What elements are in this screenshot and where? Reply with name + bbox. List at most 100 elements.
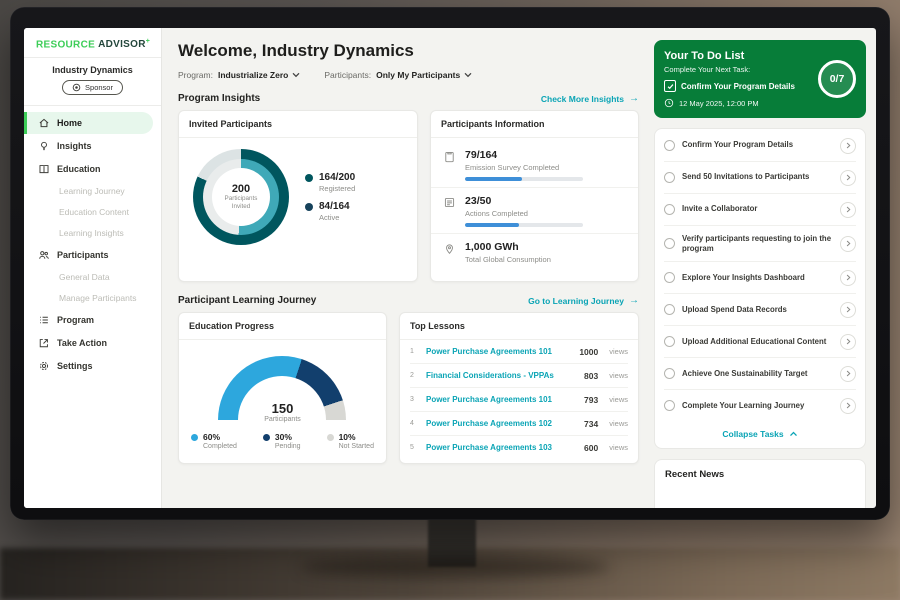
participants-dropdown[interactable]: Only My Participants [376, 70, 472, 80]
todo-summary-card: Your To Do List Complete Your Next Task:… [654, 40, 866, 118]
lesson-row[interactable]: 5 Power Purchase Agreements 103 600 view… [410, 436, 628, 459]
todo-panel: Your To Do List Complete Your Next Task:… [652, 28, 876, 508]
sidebar-item-general-data[interactable]: General Data [24, 267, 153, 287]
sidebar-item-participants[interactable]: Participants [24, 244, 153, 266]
task-row[interactable]: Complete Your Learning Journey [664, 390, 856, 421]
monitor-stand-shadow [300, 556, 610, 578]
sponsor-badge[interactable]: Sponsor [62, 80, 123, 95]
task-row[interactable]: Confirm Your Program Details [664, 130, 856, 162]
task-label: Upload Spend Data Records [682, 305, 833, 315]
chevron-right-icon[interactable] [840, 202, 856, 218]
lesson-row[interactable]: 3 Power Purchase Agreements 101 793 view… [410, 388, 628, 412]
chevron-right-icon[interactable] [840, 334, 856, 350]
sidebar-item-education[interactable]: Education [24, 158, 153, 180]
sidebar-item-education-content[interactable]: Education Content [24, 202, 153, 222]
task-row[interactable]: Verify participants requesting to join t… [664, 226, 856, 262]
task-checkbox[interactable] [664, 238, 675, 249]
chevron-right-icon[interactable] [840, 398, 856, 414]
participants-info-body: 79/164 Emission Survey Completed 23/50 A… [431, 138, 638, 281]
org-name: Industry Dynamics [30, 65, 155, 75]
recent-news-card: Recent News [654, 459, 866, 508]
nav-label: Settings [57, 361, 93, 371]
legend-item: 60% Completed [191, 432, 237, 450]
insights-cards-row: Invited Participants 200 Participants In… [178, 110, 639, 282]
task-checkbox[interactable] [664, 204, 675, 215]
task-checkbox[interactable] [664, 140, 675, 151]
edu-legend-dot-1 [263, 434, 270, 441]
link-label: Go to Learning Journey [528, 296, 624, 306]
lesson-row[interactable]: 4 Power Purchase Agreements 102 734 view… [410, 412, 628, 436]
task-label: Verify participants requesting to join t… [682, 234, 833, 254]
card-title: Top Lessons [400, 313, 638, 340]
arrow-right-icon: → [629, 93, 639, 104]
external-arrow-icon [38, 337, 50, 349]
sidebar-item-manage-participants[interactable]: Manage Participants [24, 288, 153, 308]
lesson-rank: 3 [410, 396, 418, 403]
info-row: 79/164 Emission Survey Completed [431, 142, 638, 188]
program-dropdown-value: Industrialize Zero [218, 70, 288, 80]
lesson-rank: 2 [410, 372, 418, 379]
legend-pct: 30% [275, 432, 301, 442]
legend-label: Not Started [339, 443, 374, 450]
chevron-right-icon[interactable] [840, 170, 856, 186]
education-progress-card: Education Progress 150 Participants [178, 312, 387, 464]
nav-label: Take Action [57, 338, 107, 348]
progress-bar [465, 177, 583, 181]
legend-pct: 10% [339, 432, 374, 442]
lesson-row[interactable]: 2 Financial Considerations - VPPAs 803 v… [410, 364, 628, 388]
task-row[interactable]: Explore Your Insights Dashboard [664, 262, 856, 294]
lesson-row[interactable]: 1 Power Purchase Agreements 101 1000 vie… [410, 340, 628, 364]
chevron-right-icon[interactable] [840, 366, 856, 382]
chevron-right-icon[interactable] [840, 236, 856, 252]
chevron-right-icon[interactable] [840, 302, 856, 318]
lesson-link[interactable]: Power Purchase Agreements 101 [426, 395, 576, 404]
sidebar-item-learning-insights[interactable]: Learning Insights [24, 223, 153, 243]
nav-label: Manage Participants [59, 293, 137, 303]
donut-center-label: Participants Invited [220, 195, 262, 210]
people-icon [38, 249, 50, 261]
task-checkbox[interactable] [664, 272, 675, 283]
task-checkbox[interactable] [664, 304, 675, 315]
collapse-tasks-link[interactable]: Collapse Tasks [664, 421, 856, 446]
go-to-learning-journey-link[interactable]: Go to Learning Journey → [528, 295, 639, 306]
legend-item: 164/200 Registered [305, 172, 355, 193]
card-title: Invited Participants [179, 111, 417, 138]
todo-next-task[interactable]: Confirm Your Program Details [664, 80, 795, 92]
task-label: Complete Your Learning Journey [682, 401, 833, 411]
task-row[interactable]: Upload Additional Educational Content [664, 326, 856, 358]
learning-journey-header: Participant Learning Journey Go to Learn… [178, 295, 639, 306]
task-checkbox[interactable] [664, 400, 675, 411]
sidebar-item-home[interactable]: Home [24, 112, 153, 134]
sidebar-item-insights[interactable]: Insights [24, 135, 153, 157]
task-row[interactable]: Achieve One Sustainability Target [664, 358, 856, 390]
chevron-right-icon[interactable] [840, 270, 856, 286]
info-label: Total Global Consumption [465, 255, 551, 264]
nav-label: Education [57, 164, 101, 174]
sidebar-item-take-action[interactable]: Take Action [24, 332, 153, 354]
sidebar-item-settings[interactable]: Settings [24, 355, 153, 377]
check-more-insights-link[interactable]: Check More Insights → [541, 93, 639, 104]
task-label: Explore Your Insights Dashboard [682, 273, 833, 283]
logo-plus: + [146, 38, 150, 45]
checkbox-icon[interactable] [664, 80, 676, 92]
invited-donut-inner: 200 Participants Invited [203, 159, 279, 235]
card-title: Education Progress [179, 313, 386, 340]
task-checkbox[interactable] [664, 368, 675, 379]
education-gauge-chart: 150 Participants [218, 356, 346, 420]
task-checkbox[interactable] [664, 336, 675, 347]
lesson-link[interactable]: Power Purchase Agreements 102 [426, 419, 576, 428]
sidebar-item-program[interactable]: Program [24, 309, 153, 331]
program-dropdown[interactable]: Industrialize Zero [218, 70, 300, 80]
info-row: 1,000 GWh Total Global Consumption [431, 234, 638, 275]
collapse-label: Collapse Tasks [722, 429, 783, 439]
task-row[interactable]: Send 50 Invitations to Participants [664, 162, 856, 194]
app-logo: RESOURCEADVISOR+ [24, 28, 161, 57]
chevron-right-icon[interactable] [840, 138, 856, 154]
task-checkbox[interactable] [664, 172, 675, 183]
lesson-link[interactable]: Power Purchase Agreements 103 [426, 443, 576, 452]
task-row[interactable]: Invite a Collaborator [664, 194, 856, 226]
task-row[interactable]: Upload Spend Data Records [664, 294, 856, 326]
sidebar-item-learning-journey[interactable]: Learning Journey [24, 181, 153, 201]
lesson-link[interactable]: Financial Considerations - VPPAs [426, 371, 576, 380]
lesson-link[interactable]: Power Purchase Agreements 101 [426, 347, 571, 356]
